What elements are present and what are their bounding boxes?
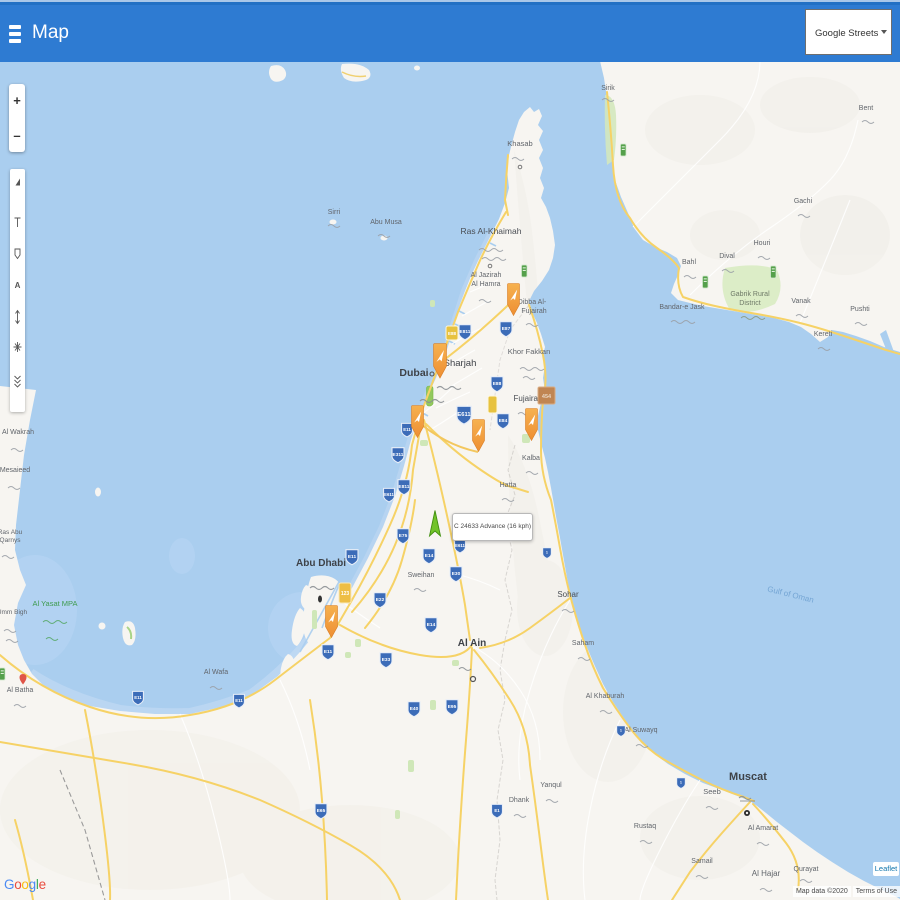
svg-text:E88: E88 [493, 381, 502, 387]
svg-text:Sohar: Sohar [557, 590, 579, 599]
svg-text:Bandar-e Jask: Bandar-e Jask [659, 304, 705, 311]
svg-text:Sweihan: Sweihan [408, 572, 435, 579]
svg-text:E84: E84 [499, 418, 508, 424]
svg-text:Dival: Dival [719, 253, 735, 260]
svg-text:E611: E611 [455, 543, 465, 548]
svg-text:Sharjah: Sharjah [444, 358, 477, 369]
svg-text:Dubai: Dubai [399, 367, 428, 379]
svg-text:Gabrik Rural: Gabrik Rural [730, 291, 770, 298]
svg-text:Qarnys: Qarnys [0, 537, 21, 544]
svg-text:Al Hamra: Al Hamra [471, 281, 500, 288]
svg-text:E40: E40 [410, 706, 419, 712]
svg-text:Fujairah: Fujairah [521, 308, 546, 315]
svg-text:Hatta: Hatta [500, 482, 517, 489]
svg-text:Khasab: Khasab [507, 139, 532, 148]
svg-text:Bent: Bent [859, 105, 873, 112]
svg-text:E22: E22 [376, 597, 385, 603]
svg-text:Umm Bigh: Umm Bigh [0, 609, 28, 616]
svg-text:E811: E811 [399, 484, 410, 490]
svg-text:E65: E65 [317, 808, 326, 814]
svg-text:Dibba Al-: Dibba Al- [518, 299, 547, 306]
svg-text:Al Yasat MPA: Al Yasat MPA [32, 599, 77, 608]
svg-text:E95: E95 [448, 704, 457, 710]
svg-text:Abu Dhabi: Abu Dhabi [296, 558, 346, 569]
svg-text:Gachi: Gachi [794, 198, 813, 205]
svg-text:Al Amarat: Al Amarat [748, 825, 778, 832]
svg-text:1: 1 [680, 781, 682, 785]
svg-text:Samail: Samail [691, 858, 713, 865]
svg-text:Al Wafa: Al Wafa [204, 669, 228, 676]
svg-text:Saham: Saham [572, 640, 594, 647]
svg-text:E11: E11 [235, 698, 243, 703]
svg-text:E11: E11 [403, 427, 411, 432]
svg-text:Al Wakrah: Al Wakrah [2, 429, 34, 436]
svg-text:E14: E14 [425, 553, 434, 559]
svg-text:A: A [15, 281, 21, 290]
svg-text:Muscat: Muscat [729, 771, 767, 783]
svg-text:Mesaieed: Mesaieed [0, 467, 30, 474]
svg-text:123: 123 [341, 591, 350, 597]
svg-text:Rustaq: Rustaq [634, 823, 656, 830]
svg-text:E33: E33 [382, 657, 391, 663]
svg-text:Al Suwayq: Al Suwayq [624, 727, 657, 734]
svg-text:1: 1 [620, 729, 622, 733]
svg-text:Sirri: Sirri [328, 209, 341, 216]
svg-text:Al Hajar: Al Hajar [752, 869, 781, 878]
svg-text:E11: E11 [324, 649, 333, 655]
svg-text:Abu Musa: Abu Musa [370, 219, 402, 226]
svg-text:E14: E14 [427, 622, 436, 628]
svg-text:Sirik: Sirik [601, 85, 615, 92]
svg-text:1: 1 [546, 551, 548, 555]
svg-text:Kalba: Kalba [522, 455, 540, 462]
svg-text:454: 454 [542, 394, 552, 400]
svg-text:Qurayat: Qurayat [794, 866, 819, 873]
svg-text:E11: E11 [348, 554, 357, 560]
svg-text:Ras Abu: Ras Abu [0, 529, 23, 536]
svg-text:Vanak: Vanak [791, 298, 811, 305]
svg-text:E611: E611 [384, 492, 394, 497]
svg-text:District: District [739, 300, 760, 307]
svg-text:E11: E11 [134, 695, 142, 700]
svg-text:Al Jazirah: Al Jazirah [471, 272, 502, 279]
svg-text:Dhank: Dhank [509, 797, 530, 804]
svg-text:Kereti: Kereti [814, 331, 833, 338]
svg-text:Al Batha: Al Batha [7, 687, 34, 694]
svg-text:E811: E811 [460, 329, 471, 335]
svg-text:Houri: Houri [754, 240, 771, 247]
svg-text:E30: E30 [452, 571, 461, 577]
svg-text:E1: E1 [494, 808, 500, 813]
svg-text:Yanqul: Yanqul [540, 782, 562, 789]
svg-text:E311: E311 [393, 452, 404, 458]
svg-text:Pushti: Pushti [850, 306, 870, 313]
svg-text:E611: E611 [457, 412, 471, 418]
svg-text:E88: E88 [448, 331, 457, 336]
svg-text:Al Ain: Al Ain [458, 638, 487, 649]
svg-text:Khor Fakkan: Khor Fakkan [508, 347, 551, 356]
svg-text:Al Khaburah: Al Khaburah [586, 693, 625, 700]
svg-text:E75: E75 [399, 533, 408, 539]
svg-text:Bahl: Bahl [682, 259, 696, 266]
svg-text:Seeb: Seeb [703, 787, 721, 796]
svg-text:E87: E87 [502, 326, 511, 332]
svg-text:Ras Al-Khaimah: Ras Al-Khaimah [461, 226, 522, 236]
